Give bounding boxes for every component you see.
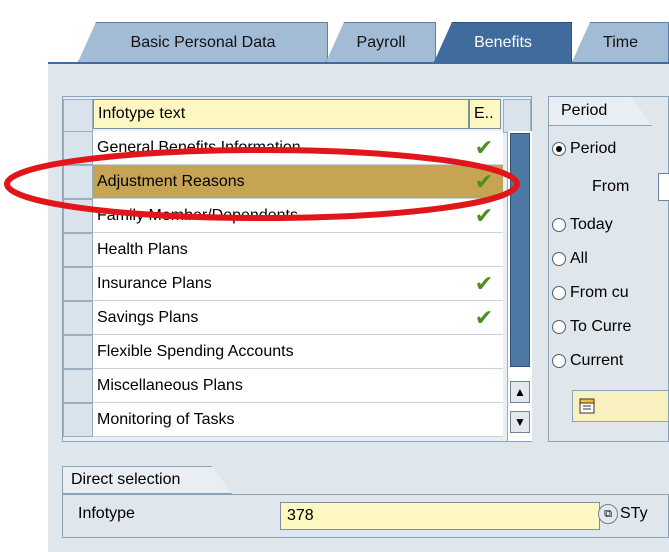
infotype-label: Infotype: [78, 505, 135, 522]
row-selector[interactable]: [63, 267, 93, 301]
radio-today[interactable]: Today: [552, 216, 613, 234]
vertical-scrollbar[interactable]: ▲ ▼: [507, 131, 532, 441]
infotype-value: 378: [287, 507, 314, 524]
calendar-list-icon: [579, 398, 595, 414]
tab-label: Basic Personal Data: [130, 33, 276, 51]
table-row[interactable]: Savings Plans: [93, 301, 503, 335]
column-header-infotype-text[interactable]: Infotype text: [93, 99, 469, 129]
from-date-input[interactable]: [658, 173, 669, 201]
radio-label: From cu: [570, 284, 629, 301]
checkmark-icon: ✔: [474, 305, 494, 330]
row-label: Insurance Plans: [97, 274, 212, 292]
tab-payroll[interactable]: Payroll: [326, 22, 436, 62]
checkmark-icon: ✔: [474, 271, 494, 296]
row-label: Health Plans: [97, 240, 188, 258]
radio-label: Today: [570, 216, 613, 233]
checkmark-icon: ✔: [474, 203, 494, 228]
table-row-selected[interactable]: Adjustment Reasons: [93, 165, 503, 199]
radio-button-icon[interactable]: [552, 252, 566, 266]
radio-current[interactable]: Current: [552, 352, 623, 370]
subtype-label: STy: [620, 505, 648, 522]
column-header-label: Infotype text: [98, 105, 186, 122]
tab-basic-personal-data[interactable]: Basic Personal Data: [78, 22, 328, 62]
table-row[interactable]: General Benefits Information: [93, 131, 503, 165]
row-label: Savings Plans: [97, 308, 199, 326]
checkmark-icon: ✔: [474, 169, 494, 194]
table-row[interactable]: Monitoring of Tasks: [93, 403, 503, 437]
row-selector[interactable]: [63, 335, 93, 369]
radio-to-current[interactable]: To Curre: [552, 318, 631, 336]
table-row[interactable]: Flexible Spending Accounts: [93, 335, 503, 369]
tab-label: Benefits: [474, 33, 532, 51]
radio-button-icon[interactable]: [552, 142, 566, 156]
radio-from-current[interactable]: From cu: [552, 284, 629, 302]
period-title: Period: [561, 102, 608, 119]
period-select-button[interactable]: [572, 390, 669, 422]
row-label: Flexible Spending Accounts: [97, 342, 294, 360]
row-label: General Benefits Information: [97, 138, 301, 156]
from-label: From: [592, 178, 630, 195]
radio-button-icon[interactable]: [552, 354, 566, 368]
column-header-label: E..: [474, 105, 494, 122]
table-row[interactable]: Miscellaneous Plans: [93, 369, 503, 403]
row-selector[interactable]: [63, 369, 93, 403]
radio-label: Period: [570, 140, 617, 157]
row-selector[interactable]: [63, 131, 93, 165]
radio-period[interactable]: Period: [552, 140, 616, 158]
column-settings-button[interactable]: [503, 99, 531, 133]
radio-label: To Curre: [570, 318, 632, 335]
radio-button-icon[interactable]: [552, 320, 566, 334]
tab-label: Payroll: [356, 33, 406, 51]
row-label: Miscellaneous Plans: [97, 376, 243, 394]
search-help-icon[interactable]: ⧉: [598, 504, 618, 524]
tab-label: Time: [603, 33, 638, 51]
row-selector[interactable]: [63, 301, 93, 335]
row-selector-header[interactable]: [63, 99, 93, 133]
table-row[interactable]: Family Member/Dependents: [93, 199, 503, 233]
infotype-input[interactable]: 378: [280, 502, 600, 530]
row-selector[interactable]: [63, 233, 93, 267]
scrollbar-thumb[interactable]: [510, 133, 530, 367]
scroll-up-icon[interactable]: ▲: [510, 381, 530, 403]
row-selector[interactable]: [63, 403, 93, 437]
radio-label: All: [570, 250, 588, 267]
checkmark-icon: ✔: [474, 135, 494, 160]
radio-button-icon[interactable]: [552, 218, 566, 232]
scroll-down-icon[interactable]: ▼: [510, 411, 530, 433]
row-label: Adjustment Reasons: [97, 172, 245, 190]
direct-selection-label: Direct selection: [71, 471, 181, 488]
infotype-table: Infotype text E.. General Benefits Infor…: [62, 96, 532, 442]
row-selector[interactable]: [63, 165, 93, 199]
row-selector[interactable]: [63, 199, 93, 233]
radio-button-icon[interactable]: [552, 286, 566, 300]
row-label: Family Member/Dependents: [97, 206, 298, 224]
direct-selection-title: Direct selection: [62, 466, 232, 494]
tab-benefits[interactable]: Benefits: [434, 22, 572, 62]
row-label: Monitoring of Tasks: [97, 410, 235, 428]
column-header-e[interactable]: E..: [469, 99, 501, 129]
table-row[interactable]: Health Plans: [93, 233, 503, 267]
radio-all[interactable]: All: [552, 250, 588, 268]
radio-label: Current: [570, 352, 624, 369]
table-row[interactable]: Insurance Plans: [93, 267, 503, 301]
